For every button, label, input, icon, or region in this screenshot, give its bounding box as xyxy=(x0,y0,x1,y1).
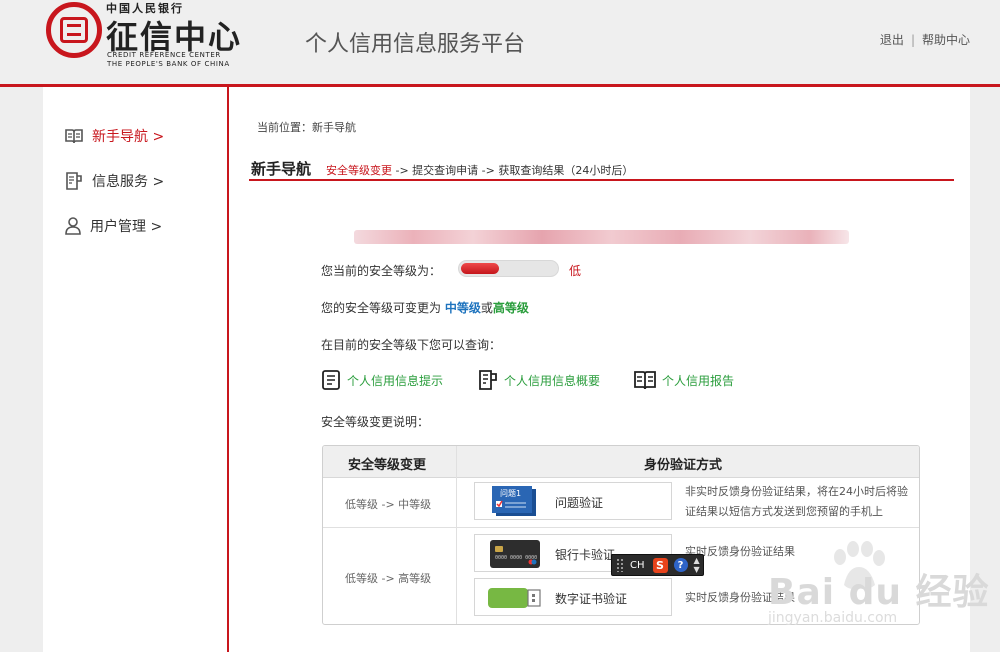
query-link-label: 个人信用信息概要 xyxy=(504,373,601,388)
sidebar-item-guide[interactable]: 新手导航 > xyxy=(65,124,164,148)
platform-title: 个人信用信息服务平台 xyxy=(305,32,526,57)
medium-level-link[interactable]: 中等级 xyxy=(445,301,481,315)
table-row-change: 低等级 -> 高等级 xyxy=(345,572,432,585)
ime-toolbar[interactable]: CH S ? ▲ ▼ xyxy=(611,554,704,576)
column-divider xyxy=(456,446,457,624)
query-credit-report-link[interactable]: 个人信用报告 xyxy=(634,370,734,390)
sidebar-item-label: 用户管理 > xyxy=(90,219,163,235)
breadcrumb: 当前位置：新手导航 xyxy=(257,121,356,134)
drag-grip-icon[interactable] xyxy=(616,558,624,572)
watermark-text: Bai du 经验 xyxy=(768,572,990,613)
security-level-value: 低 xyxy=(569,264,582,278)
method-label: 数字证书验证 xyxy=(555,592,628,606)
table-header: 安全等级变更 身份验证方式 xyxy=(323,446,919,478)
expand-arrow-icon[interactable]: ▲ ▼ xyxy=(694,556,700,574)
book-icon xyxy=(634,371,656,390)
sidebar-item-label: 信息服务 > xyxy=(92,174,165,190)
question-card-icon: 问题1 xyxy=(492,486,536,516)
method-digital-certificate-verification[interactable]: 数字证书验证 xyxy=(474,578,672,616)
sogou-logo-icon[interactable]: S xyxy=(652,557,668,573)
sidebar: 新手导航 > 信息服务 > 用户管理 > xyxy=(43,87,229,652)
ime-language[interactable]: CH xyxy=(630,560,645,571)
method-question-verification[interactable]: 问题1 问题验证 xyxy=(474,482,672,520)
document-icon xyxy=(479,370,497,390)
sidebar-item-info-service[interactable]: 信息服务 > xyxy=(65,169,164,193)
logo-en-line1: CREDIT REFERENCE CENTER xyxy=(107,51,221,59)
blurred-notice xyxy=(354,230,849,244)
query-link-label: 个人信用报告 xyxy=(662,373,735,388)
title-divider xyxy=(249,179,954,181)
method-description: 非实时反馈身份验证结果，将在24小时后将验证结果以短信方式发送到您预留的手机上 xyxy=(685,485,908,518)
security-level-fill xyxy=(461,263,499,274)
logo-en-line2: THE PEOPLE'S BANK OF CHINA xyxy=(107,60,230,68)
remaining-steps: -> 提交查询申请 -> 获取查询结果（24小时后） xyxy=(392,164,634,177)
or-text: 或 xyxy=(480,301,493,315)
step-progress: 安全等级变更 -> 提交查询申请 -> 获取查询结果（24小时后） xyxy=(326,162,633,178)
column-header-change: 安全等级变更 xyxy=(348,458,427,473)
table-row-change: 低等级 -> 中等级 xyxy=(345,498,432,511)
query-intro: 在目前的安全等级下您可以查询： xyxy=(321,338,502,352)
help-center-link[interactable]: 帮助中心 xyxy=(922,33,970,47)
document-icon xyxy=(66,172,82,190)
list-document-icon xyxy=(322,370,340,390)
query-credit-tips-link[interactable]: 个人信用信息提示 xyxy=(321,370,443,390)
security-level-label: 您当前的安全等级为： xyxy=(321,264,442,278)
top-links: 退出 | 帮助中心 xyxy=(880,31,970,48)
book-icon xyxy=(65,129,83,144)
sidebar-item-label: 新手导航 > xyxy=(92,129,165,145)
method-label: 银行卡验证 xyxy=(555,548,616,562)
svg-text:问题1: 问题1 xyxy=(500,489,521,498)
logo-seal-icon xyxy=(46,2,102,58)
query-credit-summary-link[interactable]: 个人信用信息概要 xyxy=(478,370,600,390)
header: 中国人民银行 征信中心 CREDIT REFERENCE CENTER THE … xyxy=(0,0,1000,84)
explain-title: 安全等级变更说明： xyxy=(321,415,430,429)
help-icon[interactable]: ? xyxy=(673,558,688,572)
bank-card-icon: 0000 0000 0000 xyxy=(490,540,540,568)
row-divider xyxy=(323,527,919,528)
upgrade-prefix: 您的安全等级可变更为 xyxy=(321,301,445,315)
usb-key-icon xyxy=(488,588,541,608)
sidebar-item-user-management[interactable]: 用户管理 > xyxy=(65,214,162,238)
column-header-method: 身份验证方式 xyxy=(644,458,723,473)
upgrade-options: 您的安全等级可变更为 中等级或高等级 xyxy=(321,299,529,316)
user-icon xyxy=(65,217,81,235)
logout-link[interactable]: 退出 xyxy=(880,33,904,47)
current-step: 安全等级变更 xyxy=(326,164,392,177)
top-link-separator: | xyxy=(910,33,915,47)
watermark-url: jingyan.baidu.com xyxy=(768,610,898,626)
security-level-bar xyxy=(458,260,559,277)
page-title: 新手导航 xyxy=(251,160,312,178)
high-level-link[interactable]: 高等级 xyxy=(493,301,529,315)
query-link-label: 个人信用信息提示 xyxy=(347,373,444,388)
method-label: 问题验证 xyxy=(555,496,604,510)
